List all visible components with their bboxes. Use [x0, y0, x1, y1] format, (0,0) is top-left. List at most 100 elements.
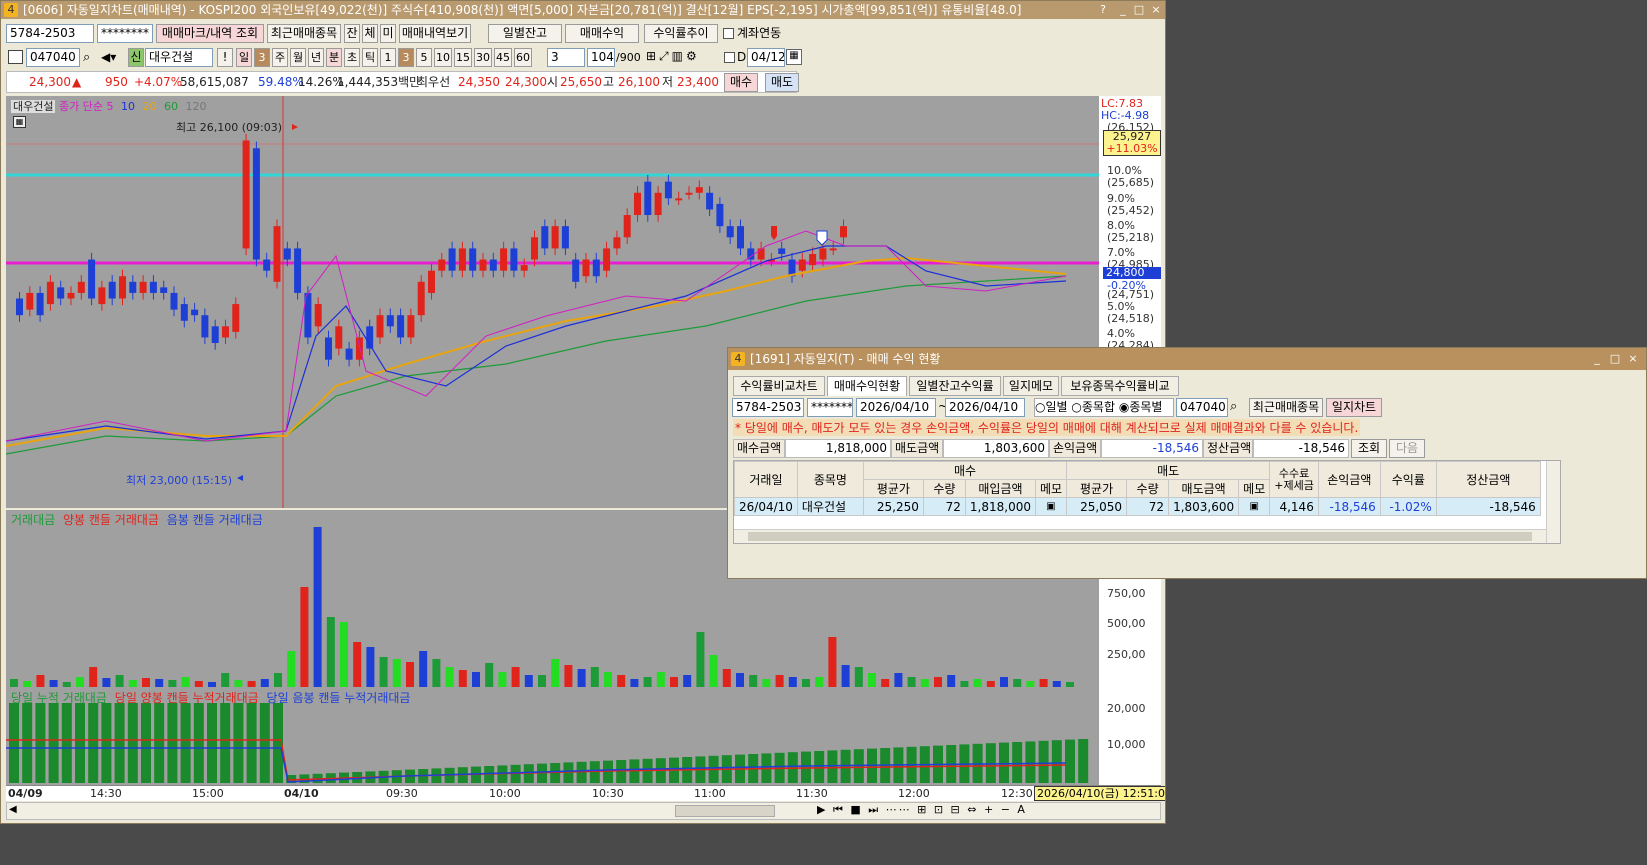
playback-controls-icon[interactable]: ▶ ⏮ ■ ⏭ ⋯⋯ ⊞ ⊡ ⊟ ⇔ + − A — [817, 803, 1027, 817]
popup-recent-button[interactable]: 최근매매종목 — [1249, 398, 1323, 417]
date-field[interactable]: 04/12 — [747, 48, 785, 67]
layout-icon[interactable] — [8, 50, 23, 64]
period-button-12[interactable]: 15 — [454, 48, 472, 67]
candle-body — [551, 226, 559, 249]
volume-bar — [353, 642, 362, 687]
chart-scrollbar[interactable]: ◀ ▶ ⏮ ■ ⏭ ⋯⋯ ⊞ ⊡ ⊟ ⇔ + − A — [6, 802, 1161, 820]
volume-bar — [49, 680, 58, 687]
popup-maximize-button[interactable]: □ — [1608, 352, 1622, 366]
date-checkbox[interactable] — [724, 52, 735, 63]
period-button-9[interactable]: 3 — [398, 48, 414, 67]
period-button-2[interactable]: 주 — [272, 48, 288, 67]
period-button-6[interactable]: 초 — [344, 48, 360, 67]
period-button-0[interactable]: 일 — [236, 48, 252, 67]
toolbar-icons[interactable]: ⊞⤢▥⚙ — [646, 49, 718, 65]
daily-balance-button[interactable]: 일별잔고 — [488, 24, 562, 43]
period-button-11[interactable]: 10 — [434, 48, 452, 67]
tab-trade-profit[interactable]: 매매수익현황 — [827, 376, 907, 396]
period-button-14[interactable]: 45 — [494, 48, 512, 67]
password-field[interactable]: ******** — [97, 24, 153, 43]
period-button-4[interactable]: 년 — [308, 48, 324, 67]
popup-close-button[interactable]: × — [1626, 352, 1640, 366]
table-hscroll[interactable] — [734, 529, 1546, 543]
close-button[interactable]: × — [1149, 3, 1163, 17]
date-from-field[interactable]: 2026/04/10 — [856, 398, 936, 417]
cumulative-bar — [259, 703, 270, 783]
cumulative-bar — [75, 703, 85, 783]
buy-memo-icon[interactable]: ▣ — [1034, 497, 1068, 516]
radio-daily[interactable]: ○일별 — [1035, 400, 1068, 414]
calendar-icon[interactable]: ▦ — [786, 49, 802, 65]
speaker-icon[interactable]: ◀▾ — [101, 49, 125, 66]
sell-memo-icon[interactable]: ▣ — [1238, 497, 1271, 516]
popup-code-field[interactable]: 047040 — [1176, 398, 1228, 417]
info-button[interactable]: ! — [217, 48, 233, 67]
trade-history-view-button[interactable]: 매매내역보기 — [399, 24, 471, 43]
cumulative-bar — [127, 703, 138, 783]
radio-stock-sum[interactable]: ○종목합 — [1071, 400, 1115, 414]
cumulative-chart[interactable]: 당일 누적 거래대금 당일 양봉 캔들 누적거래대금 당일 음봉 캔들 누적거래… — [6, 688, 1099, 785]
period-value-field[interactable]: 3 — [547, 48, 585, 67]
candle-body — [716, 203, 724, 227]
period-button-5[interactable]: 분 — [326, 48, 342, 67]
candle-body — [57, 287, 65, 299]
cumulative-bar — [603, 760, 613, 783]
filled-button[interactable]: 체 — [362, 24, 378, 43]
help-icon[interactable]: ? — [1096, 3, 1110, 17]
period-button-10[interactable]: 5 — [416, 48, 432, 67]
account-link-checkbox[interactable] — [723, 28, 734, 39]
trade-profit-button[interactable]: 매매수익 — [565, 24, 639, 43]
volume-bar — [524, 675, 533, 687]
tab-profit-compare[interactable]: 수익률비교차트 — [733, 376, 825, 396]
search-icon[interactable]: ⌕ — [83, 49, 99, 66]
popup-account-select[interactable]: 5784-2503 — [732, 398, 804, 417]
scroll-left-icon[interactable]: ◀ — [9, 804, 17, 815]
buy-marker-icon — [771, 226, 777, 240]
candle-body — [407, 315, 415, 338]
maximize-button[interactable]: □ — [1132, 3, 1146, 17]
mark-history-button[interactable]: 매매마크/내역 조회 — [156, 24, 264, 43]
scroll-thumb[interactable] — [675, 805, 775, 817]
balance-button[interactable]: 잔 — [344, 24, 360, 43]
buy-button[interactable]: 매수 — [724, 73, 758, 92]
period-button-3[interactable]: 월 — [290, 48, 306, 67]
query-button[interactable]: 조회 — [1351, 439, 1387, 458]
unfilled-button[interactable]: 미 — [380, 24, 396, 43]
view-radio-group: ○일별 ○종목합 ◉종목별 — [1034, 398, 1174, 417]
account-select[interactable]: 5784-2503 — [6, 24, 94, 43]
hscroll-thumb[interactable] — [748, 532, 1532, 541]
candle-body — [294, 248, 302, 293]
date-to-field[interactable]: 2026/04/10 — [945, 398, 1025, 417]
radio-by-stock[interactable]: ◉종목별 — [1119, 400, 1163, 414]
profit-trend-button[interactable]: 수익률추이 — [644, 24, 718, 43]
period-button-15[interactable]: 60 — [514, 48, 532, 67]
cell-rate: -1.02% — [1379, 497, 1437, 516]
period-button-13[interactable]: 30 — [474, 48, 492, 67]
stock-code-input[interactable]: 047040 — [26, 48, 80, 67]
cell-fee: 4,146 — [1269, 497, 1319, 516]
table-row[interactable]: 26/04/10 대우건설 25,250 72 1,818,000 ▣ 25,0… — [734, 497, 1541, 516]
cumulative-bar — [814, 751, 825, 783]
tab-journal-memo[interactable]: 일지메모 — [1003, 376, 1059, 396]
chart-settings-icon[interactable]: ▦ — [13, 116, 26, 128]
candle-body — [283, 248, 291, 260]
bar-count-field[interactable]: 104 — [587, 48, 615, 67]
table-vscroll[interactable] — [1546, 461, 1560, 543]
popup-search-icon[interactable]: ⌕ — [1230, 399, 1246, 416]
next-button[interactable]: 다음 — [1389, 439, 1425, 458]
stock-name-field[interactable]: 대우건설 — [145, 48, 213, 67]
popup-password-field[interactable]: ******** — [807, 398, 853, 417]
minimize-button[interactable]: _ — [1116, 3, 1130, 17]
tab-holdings-compare[interactable]: 보유종목수익률비교 — [1061, 376, 1179, 396]
period-button-1[interactable]: 3 — [254, 48, 270, 67]
period-button-8[interactable]: 1 — [380, 48, 396, 67]
candle-body — [706, 192, 714, 210]
recent-trades-button[interactable]: 최근매매종목 — [267, 24, 341, 43]
sell-button[interactable]: 매도 — [765, 73, 799, 92]
tab-daily-balance[interactable]: 일별잔고수익률 — [909, 376, 1001, 396]
daily-chart-button[interactable]: 일지차트 — [1326, 398, 1382, 417]
popup-minimize-button[interactable]: _ — [1590, 352, 1604, 366]
candle-body — [654, 192, 662, 216]
time-label: 12:00 — [898, 787, 930, 800]
period-button-7[interactable]: 틱 — [362, 48, 378, 67]
